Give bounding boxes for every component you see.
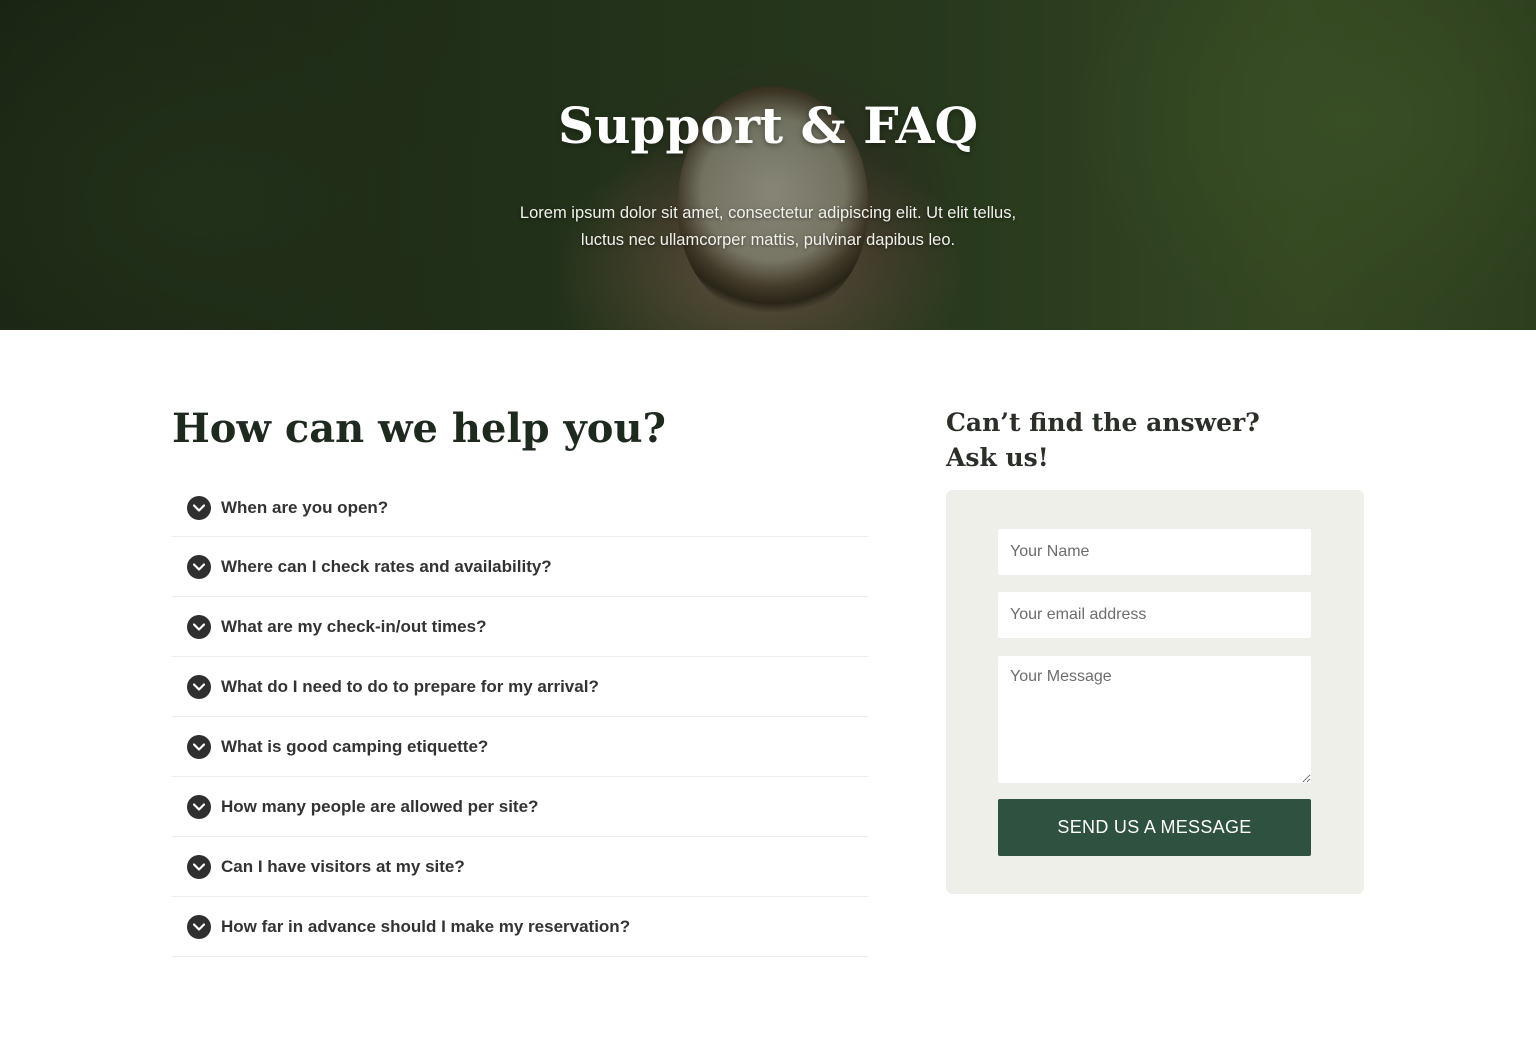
- hero-banner: Support & FAQ Lorem ipsum dolor sit amet…: [0, 0, 1536, 330]
- faq-question: What do I need to do to prepare for my a…: [221, 676, 599, 696]
- contact-heading-line1: Can’t find the answer?: [946, 408, 1260, 437]
- faq-question: When are you open?: [221, 498, 389, 517]
- chevron-down-icon: [187, 734, 211, 759]
- faq-heading: How can we help you?: [172, 405, 666, 452]
- faq-item[interactable]: Where can I check rates and availability…: [172, 537, 868, 597]
- faq-item[interactable]: How many people are allowed per site?: [172, 777, 868, 837]
- faq-item[interactable]: When are you open?: [172, 480, 868, 537]
- name-field[interactable]: [998, 529, 1311, 575]
- faq-question: Where can I check rates and availability…: [221, 556, 552, 576]
- faq-question: How many people are allowed per site?: [221, 796, 539, 816]
- faq-list: When are you open? Where can I check rat…: [172, 480, 868, 957]
- chevron-down-icon: [187, 854, 211, 879]
- send-message-button[interactable]: SEND US A MESSAGE: [998, 799, 1311, 856]
- page-title: Support & FAQ: [557, 96, 979, 155]
- faq-item[interactable]: How far in advance should I make my rese…: [172, 897, 868, 957]
- chevron-down-icon: [187, 496, 211, 520]
- faq-question: What are my check-in/out times?: [221, 616, 487, 636]
- hero-overlay: [0, 0, 1536, 330]
- faq-item[interactable]: Can I have visitors at my site?: [172, 837, 868, 897]
- faq-question: Can I have visitors at my site?: [221, 856, 465, 876]
- chevron-down-icon: [187, 794, 211, 819]
- faq-question: How far in advance should I make my rese…: [221, 916, 631, 936]
- chevron-down-icon: [187, 674, 211, 699]
- message-field[interactable]: [998, 656, 1311, 783]
- chevron-down-icon: [187, 554, 211, 579]
- hero-subtitle: Lorem ipsum dolor sit amet, consectetur …: [519, 204, 1017, 249]
- faq-item[interactable]: What do I need to do to prepare for my a…: [172, 657, 868, 717]
- contact-form: SEND US A MESSAGE: [946, 490, 1364, 894]
- contact-heading: Can’t find the answer? Ask us!: [946, 405, 1286, 475]
- chevron-down-icon: [187, 614, 211, 639]
- contact-heading-line2: Ask us!: [946, 443, 1049, 472]
- faq-item[interactable]: What are my check-in/out times?: [172, 597, 868, 657]
- chevron-down-icon: [187, 914, 211, 939]
- faq-question: What is good camping etiquette?: [221, 736, 489, 756]
- faq-item[interactable]: What is good camping etiquette?: [172, 717, 868, 777]
- email-field[interactable]: [998, 592, 1311, 638]
